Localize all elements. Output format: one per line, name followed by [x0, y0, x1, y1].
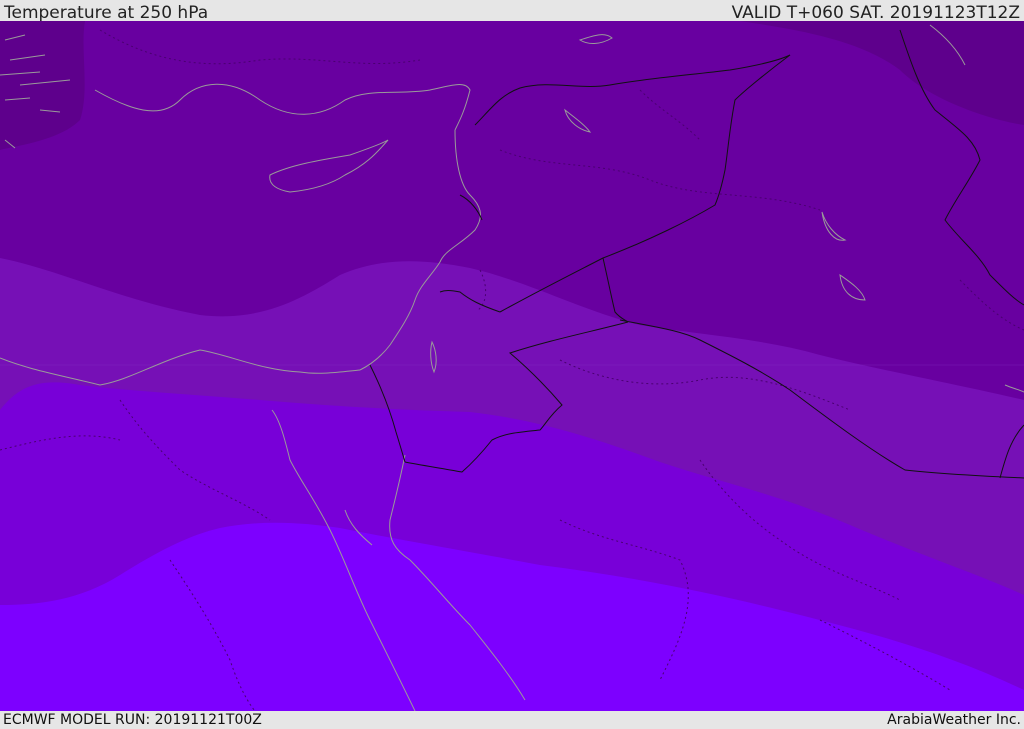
- temperature-map: [0, 21, 1024, 711]
- valid-time: VALID T+060 SAT. 20191123T12Z: [731, 3, 1020, 23]
- map-title: Temperature at 250 hPa: [4, 3, 209, 23]
- footer-bar: ECMWF MODEL RUN: 20191121T00Z ArabiaWeat…: [0, 711, 1024, 729]
- credit-label: ArabiaWeather Inc.: [887, 712, 1021, 728]
- model-run: ECMWF MODEL RUN: 20191121T00Z: [3, 712, 262, 728]
- header-bar: Temperature at 250 hPa VALID T+060 SAT. …: [0, 0, 1024, 23]
- map-area: [0, 21, 1024, 711]
